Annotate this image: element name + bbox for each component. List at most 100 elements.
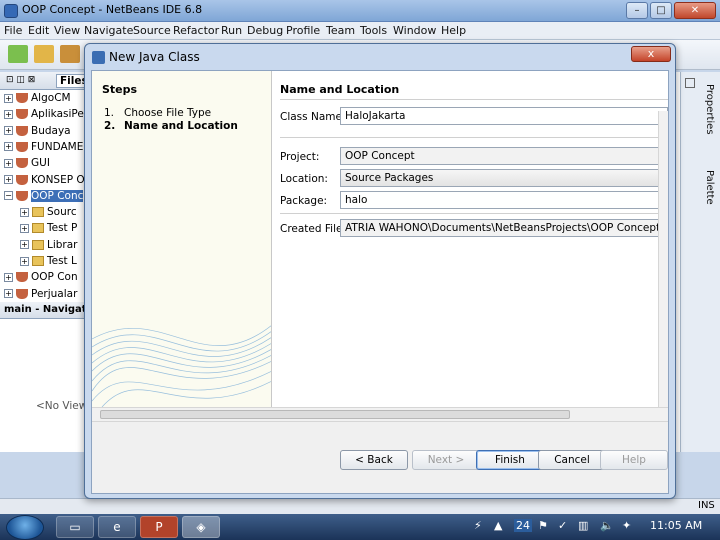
powerpoint-taskbar-icon[interactable]: P — [140, 516, 178, 538]
tray-icon[interactable]: ✦ — [622, 519, 631, 532]
menu-view[interactable]: View — [54, 24, 80, 37]
minimize-button[interactable]: – — [626, 2, 648, 19]
class-name-field[interactable]: HaloJakarta — [340, 107, 668, 125]
menu-navigate[interactable]: Navigate — [84, 24, 133, 37]
menu-source[interactable]: Source — [133, 24, 171, 37]
expand-toggle-icon[interactable]: + — [4, 109, 13, 119]
explorer-taskbar-icon[interactable]: ▭ — [56, 516, 94, 538]
close-button[interactable]: ✕ — [674, 2, 716, 19]
open-project-icon[interactable] — [60, 45, 80, 63]
minimize-strip-icon[interactable] — [685, 78, 695, 88]
expand-toggle-icon[interactable]: − — [4, 191, 13, 201]
tray-icon[interactable]: ⚡ — [474, 519, 482, 532]
ie-taskbar-icon[interactable]: e — [98, 516, 136, 538]
java-project-icon — [16, 158, 28, 169]
ide-title: OOP Concept - NetBeans IDE 6.8 — [22, 3, 203, 16]
folder-icon — [32, 207, 44, 218]
tree-item-label: Test L — [47, 255, 77, 267]
help-button[interactable]: Help — [600, 450, 668, 470]
tree-item-label: AplikasiPe — [31, 108, 84, 121]
insert-mode: INS — [698, 500, 715, 511]
tree-item[interactable]: + GUI — [4, 157, 86, 173]
expand-toggle-icon[interactable]: + — [4, 142, 13, 152]
tree-item[interactable]: + Test L — [4, 255, 86, 271]
menu-run[interactable]: Run — [221, 24, 242, 37]
volume-icon[interactable]: 🔈 — [600, 519, 614, 532]
class-name-label: Class Name: — [280, 111, 346, 123]
tree-item[interactable]: + FUNDAME — [4, 141, 86, 157]
next-button[interactable]: Next > — [412, 450, 480, 470]
expand-toggle-icon[interactable]: + — [4, 126, 13, 136]
step-2: 2. Name and Location — [104, 120, 238, 132]
menu-window[interactable]: Window — [393, 24, 436, 37]
tab-properties[interactable]: Properties — [701, 84, 715, 135]
expand-toggle-icon[interactable]: + — [4, 158, 13, 168]
horizontal-scrollbar[interactable] — [92, 407, 668, 421]
navigator-panel — [0, 302, 86, 452]
java-project-icon — [16, 174, 28, 185]
tree-item-label: Perjualar — [31, 287, 78, 300]
tree-item[interactable]: + OOP Con — [4, 271, 86, 287]
expand-toggle-icon[interactable]: + — [20, 256, 29, 266]
new-file-icon[interactable] — [8, 45, 28, 63]
tree-item-label: Budaya — [31, 124, 71, 137]
tree-item[interactable]: + KONSEP O — [4, 174, 86, 190]
tree-item[interactable]: + AlgoCM — [4, 92, 86, 108]
expand-toggle-icon[interactable]: + — [20, 223, 29, 233]
tree-item[interactable]: − OOP Conc — [4, 189, 86, 206]
vertical-scrollbar[interactable] — [658, 111, 668, 407]
tree-item-label: Sourc — [47, 206, 77, 219]
expand-toggle-icon[interactable]: + — [4, 93, 13, 103]
folder-icon — [32, 239, 44, 250]
menu-team[interactable]: Team — [326, 24, 355, 37]
tray-icon[interactable]: ✓ — [558, 519, 567, 532]
tree-item-label: Librar — [47, 238, 78, 251]
expand-toggle-icon[interactable]: + — [20, 240, 29, 250]
maximize-button[interactable]: □ — [650, 2, 672, 19]
flag-icon[interactable]: ⚑ — [538, 519, 548, 532]
network-icon[interactable]: ▥ — [578, 519, 588, 532]
tree-item[interactable]: + Budaya — [4, 125, 86, 141]
menu-tools[interactable]: Tools — [360, 24, 387, 37]
tree-item[interactable]: + Sourc — [4, 206, 86, 222]
expand-toggle-icon[interactable]: + — [4, 289, 13, 299]
dialog-close-button[interactable]: x — [631, 46, 671, 62]
start-button[interactable] — [6, 515, 44, 540]
expand-toggle-icon[interactable]: + — [4, 272, 13, 282]
new-project-icon[interactable] — [34, 45, 54, 63]
menu-help[interactable]: Help — [441, 24, 466, 37]
folder-icon — [32, 223, 44, 234]
dialog-title: New Java Class — [109, 50, 200, 64]
tree-item[interactable]: + AplikasiPe — [4, 108, 86, 124]
menu-profile[interactable]: Profile — [286, 24, 320, 37]
tree-item[interactable]: + Librar — [4, 239, 86, 255]
tree-item-label: AlgoCM — [31, 92, 71, 104]
back-button[interactable]: < Back — [340, 450, 408, 470]
cancel-button[interactable]: Cancel — [538, 450, 606, 470]
tree-item-label: GUI — [31, 157, 50, 170]
wave-decoration — [92, 325, 271, 407]
netbeans-icon — [4, 4, 18, 18]
project-field: OOP Concept — [340, 147, 668, 165]
finish-button[interactable]: Finish — [476, 450, 544, 470]
steps-title: Steps — [102, 83, 138, 96]
expand-toggle-icon[interactable]: + — [20, 207, 29, 217]
tab-palette[interactable]: Palette — [701, 170, 715, 205]
netbeans-taskbar-icon[interactable]: ◈ — [182, 516, 220, 538]
menu-debug[interactable]: Debug — [247, 24, 283, 37]
tree-item[interactable]: + Test P — [4, 222, 86, 238]
package-field[interactable]: halo — [340, 191, 668, 209]
menu-file[interactable]: File — [4, 24, 22, 37]
menu-refactor[interactable]: Refactor — [173, 24, 219, 37]
location-select[interactable]: Source Packages — [340, 169, 668, 187]
step-number: 2. — [104, 120, 116, 132]
menu-bar: File Edit View Navigate Source Refactor … — [0, 22, 720, 40]
clock[interactable]: 11:05 AM — [650, 519, 702, 532]
menu-edit[interactable]: Edit — [28, 24, 49, 37]
panel-controls-icon[interactable]: ⊡ ◫ ⊠ — [6, 75, 35, 85]
tray-icon[interactable]: ▲ — [494, 519, 502, 532]
tray-badge[interactable]: 24 — [514, 519, 532, 532]
divider — [280, 137, 668, 138]
scroll-thumb[interactable] — [100, 410, 570, 419]
expand-toggle-icon[interactable]: + — [4, 175, 13, 184]
